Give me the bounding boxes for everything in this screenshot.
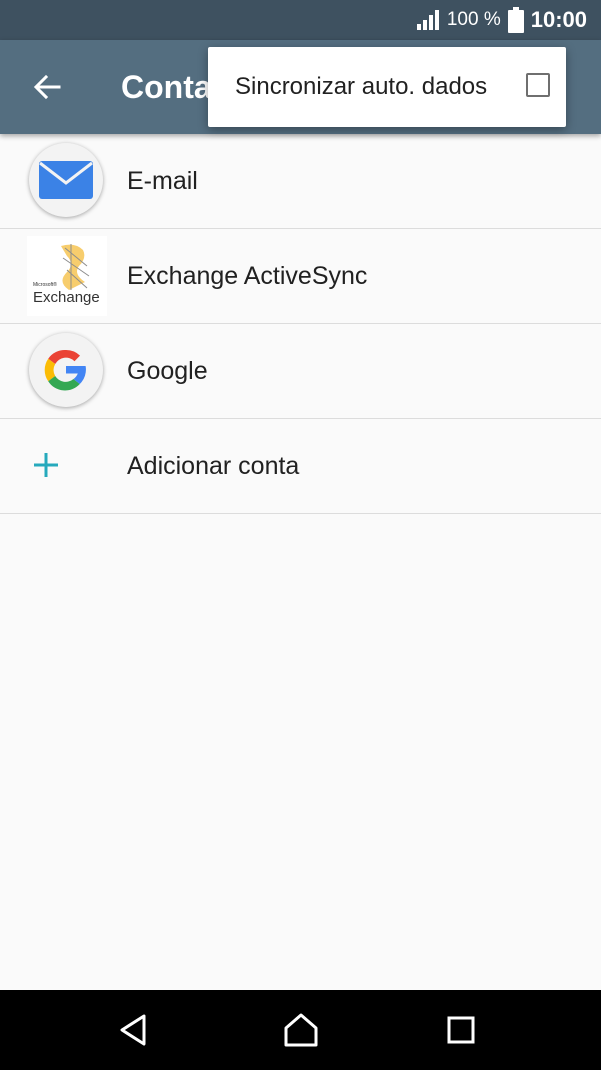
home-icon	[284, 1013, 318, 1047]
plus-icon	[34, 453, 58, 477]
list-item-exchange[interactable]: Microsoft® Exchange Exchange ActiveSync	[0, 229, 601, 324]
email-icon	[29, 143, 103, 217]
add-account-label: Adicionar conta	[127, 452, 300, 480]
signal-icon	[416, 10, 439, 30]
nav-back-button[interactable]	[106, 1004, 160, 1056]
page-title: Conta	[121, 69, 212, 105]
nav-back-icon	[120, 1014, 146, 1046]
clock: 10:00	[530, 7, 587, 32]
google-label: Google	[127, 357, 208, 385]
exchange-label: Exchange ActiveSync	[127, 262, 368, 290]
accounts-list: E-mail Microsoft® Exchange Exchange Acti…	[0, 134, 601, 514]
list-item-email[interactable]: E-mail	[0, 134, 601, 229]
exchange-icon: Microsoft® Exchange	[27, 236, 107, 316]
menu-item-auto-sync[interactable]: Sincronizar auto. dados	[208, 47, 566, 127]
arrow-left-icon	[33, 74, 61, 100]
add-account-button[interactable]: Adicionar conta	[0, 419, 601, 514]
recents-icon	[447, 1016, 475, 1044]
email-label: E-mail	[127, 167, 198, 195]
list-item-google[interactable]: Google	[0, 324, 601, 419]
nav-recents-button[interactable]	[434, 1004, 488, 1056]
status-indicators: 100 % 10:00	[416, 0, 587, 40]
exchange-logo-small-text: Microsoft®	[33, 281, 57, 288]
back-button[interactable]	[20, 67, 74, 107]
navigation-bar	[0, 990, 601, 1070]
battery-percent: 100 %	[446, 9, 501, 30]
status-bar: 100 % 10:00	[0, 0, 601, 40]
battery-icon	[507, 7, 524, 33]
auto-sync-checkbox[interactable]	[526, 73, 550, 97]
auto-sync-label: Sincronizar auto. dados	[235, 73, 488, 100]
google-icon	[29, 333, 103, 407]
nav-home-button[interactable]	[274, 1004, 328, 1056]
overflow-menu: Sincronizar auto. dados	[208, 47, 566, 127]
exchange-logo-text: Exchange	[33, 289, 100, 306]
